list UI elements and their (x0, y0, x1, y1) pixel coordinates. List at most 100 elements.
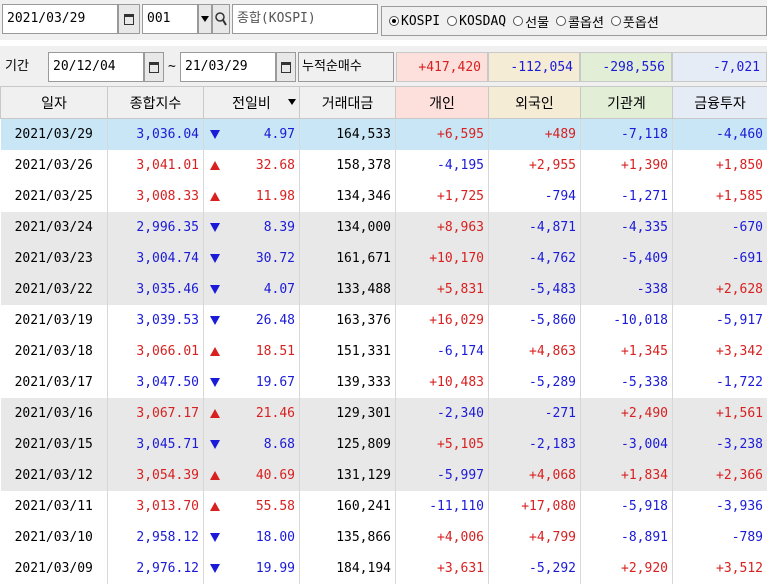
cell-date: 2021/03/11 (1, 491, 108, 522)
triangle-up-icon (210, 502, 220, 511)
change-value: 19.67 (256, 375, 295, 390)
market-radio-2[interactable]: 선물 (513, 12, 549, 31)
cell-change: 26.48 (204, 305, 300, 336)
cell-amount: 129,301 (300, 398, 396, 429)
table-row[interactable]: 2021/03/173,047.5019.67139,333+10,483-5,… (1, 367, 767, 398)
cell-financial: +2,366 (673, 460, 767, 491)
cell-amount: 164,533 (300, 119, 396, 150)
radio-button-icon[interactable] (389, 16, 399, 26)
cell-amount: 139,333 (300, 367, 396, 398)
col-header-change[interactable]: 전일비 (204, 87, 300, 119)
from-calendar-button[interactable] (144, 52, 164, 82)
table-row[interactable]: 2021/03/253,008.3311.98134,346+1,725-794… (1, 181, 767, 212)
cell-index: 3,035.46 (108, 274, 204, 305)
table-row[interactable]: 2021/03/223,035.464.07133,488+5,831-5,48… (1, 274, 767, 305)
cell-change: 19.99 (204, 553, 300, 584)
table-row[interactable]: 2021/03/092,976.1219.99184,194+3,631-5,2… (1, 553, 767, 584)
table-row[interactable]: 2021/03/193,039.5326.48163,376+16,029-5,… (1, 305, 767, 336)
triangle-up-icon (210, 347, 220, 356)
cell-institution: +2,920 (581, 553, 673, 584)
cell-change: 18.51 (204, 336, 300, 367)
to-date-input[interactable]: 21/03/29 (180, 52, 276, 82)
radio-label: KOSPI (401, 14, 440, 29)
to-calendar-button[interactable] (276, 52, 296, 82)
cell-index: 3,008.33 (108, 181, 204, 212)
radio-button-icon[interactable] (513, 16, 523, 26)
col-header-change-label: 전일비 (232, 96, 271, 112)
cell-date: 2021/03/25 (1, 181, 108, 212)
search-button[interactable] (212, 4, 230, 34)
table-row[interactable]: 2021/03/113,013.7055.58160,241-11,110+17… (1, 491, 767, 522)
col-header-financial[interactable]: 금융투자 (673, 87, 767, 119)
col-header-date[interactable]: 일자 (1, 87, 108, 119)
cell-change: 21.46 (204, 398, 300, 429)
cell-amount: 131,129 (300, 460, 396, 491)
cell-individual: +10,483 (396, 367, 489, 398)
cell-individual: -5,997 (396, 460, 489, 491)
cell-individual: +6,595 (396, 119, 489, 150)
table-row[interactable]: 2021/03/153,045.718.68125,809+5,105-2,18… (1, 429, 767, 460)
radio-button-icon[interactable] (611, 16, 621, 26)
cell-foreign: +17,080 (489, 491, 581, 522)
market-radio-0[interactable]: KOSPI (389, 14, 440, 29)
change-value: 32.68 (256, 158, 295, 173)
cell-index: 3,004.74 (108, 243, 204, 274)
from-date-input[interactable]: 20/12/04 (48, 52, 144, 82)
cell-date: 2021/03/24 (1, 212, 108, 243)
triangle-up-icon (210, 192, 220, 201)
cell-financial: +3,342 (673, 336, 767, 367)
table-row[interactable]: 2021/03/163,067.1721.46129,301-2,340-271… (1, 398, 767, 429)
sort-dropdown-icon[interactable] (288, 99, 296, 105)
col-header-index[interactable]: 종합지수 (108, 87, 204, 119)
triangle-down-icon (210, 254, 220, 263)
cell-foreign: -4,871 (489, 212, 581, 243)
col-header-institution[interactable]: 기관계 (581, 87, 673, 119)
cell-change: 8.39 (204, 212, 300, 243)
table-row[interactable]: 2021/03/183,066.0118.51151,331-6,174+4,8… (1, 336, 767, 367)
cell-index: 3,039.53 (108, 305, 204, 336)
cell-index: 2,996.35 (108, 212, 204, 243)
cell-institution: -3,004 (581, 429, 673, 460)
calendar-button[interactable] (118, 4, 140, 34)
search-icon (215, 12, 227, 26)
cell-financial: +3,512 (673, 553, 767, 584)
cell-change: 19.67 (204, 367, 300, 398)
col-header-individual[interactable]: 개인 (396, 87, 489, 119)
cell-financial: -1,722 (673, 367, 767, 398)
cell-date: 2021/03/10 (1, 522, 108, 553)
sum-foreign: -112,054 (488, 52, 580, 82)
cell-financial: -5,917 (673, 305, 767, 336)
cell-financial: +1,561 (673, 398, 767, 429)
market-radio-1[interactable]: KOSDAQ (447, 14, 506, 29)
code-dropdown-button[interactable] (198, 4, 212, 34)
triangle-up-icon (210, 471, 220, 480)
change-value: 19.99 (256, 561, 295, 576)
code-input[interactable]: 001 (142, 4, 198, 34)
cell-foreign: -5,292 (489, 553, 581, 584)
table-row[interactable]: 2021/03/233,004.7430.72161,671+10,170-4,… (1, 243, 767, 274)
tilde-separator: ~ (168, 52, 176, 82)
market-radio-4[interactable]: 풋옵션 (611, 12, 659, 31)
date-input[interactable]: 2021/03/29 (2, 4, 118, 34)
table-row[interactable]: 2021/03/242,996.358.39134,000+8,963-4,87… (1, 212, 767, 243)
table-row[interactable]: 2021/03/263,041.0132.68158,378-4,195+2,9… (1, 150, 767, 181)
col-header-foreign[interactable]: 외국인 (489, 87, 581, 119)
radio-button-icon[interactable] (556, 16, 566, 26)
radio-button-icon[interactable] (447, 16, 457, 26)
change-value: 21.46 (256, 406, 295, 421)
cell-foreign: +489 (489, 119, 581, 150)
cell-institution: +1,834 (581, 460, 673, 491)
cell-foreign: -5,289 (489, 367, 581, 398)
table-row[interactable]: 2021/03/102,958.1218.00135,866+4,006+4,7… (1, 522, 767, 553)
market-radio-3[interactable]: 콜옵션 (556, 12, 604, 31)
market-radio-group: KOSPI KOSDAQ 선물 콜옵션 풋옵션 (381, 6, 767, 36)
cell-change: 18.00 (204, 522, 300, 553)
radio-label: 콜옵션 (568, 12, 604, 31)
col-header-amount[interactable]: 거래대금 (300, 87, 396, 119)
cell-financial: +1,850 (673, 150, 767, 181)
change-value: 4.97 (264, 127, 295, 142)
table-row[interactable]: 2021/03/123,054.3940.69131,129-5,997+4,0… (1, 460, 767, 491)
cell-institution: -7,118 (581, 119, 673, 150)
cell-institution: +2,490 (581, 398, 673, 429)
table-row[interactable]: 2021/03/293,036.044.97164,533+6,595+489-… (1, 119, 767, 150)
